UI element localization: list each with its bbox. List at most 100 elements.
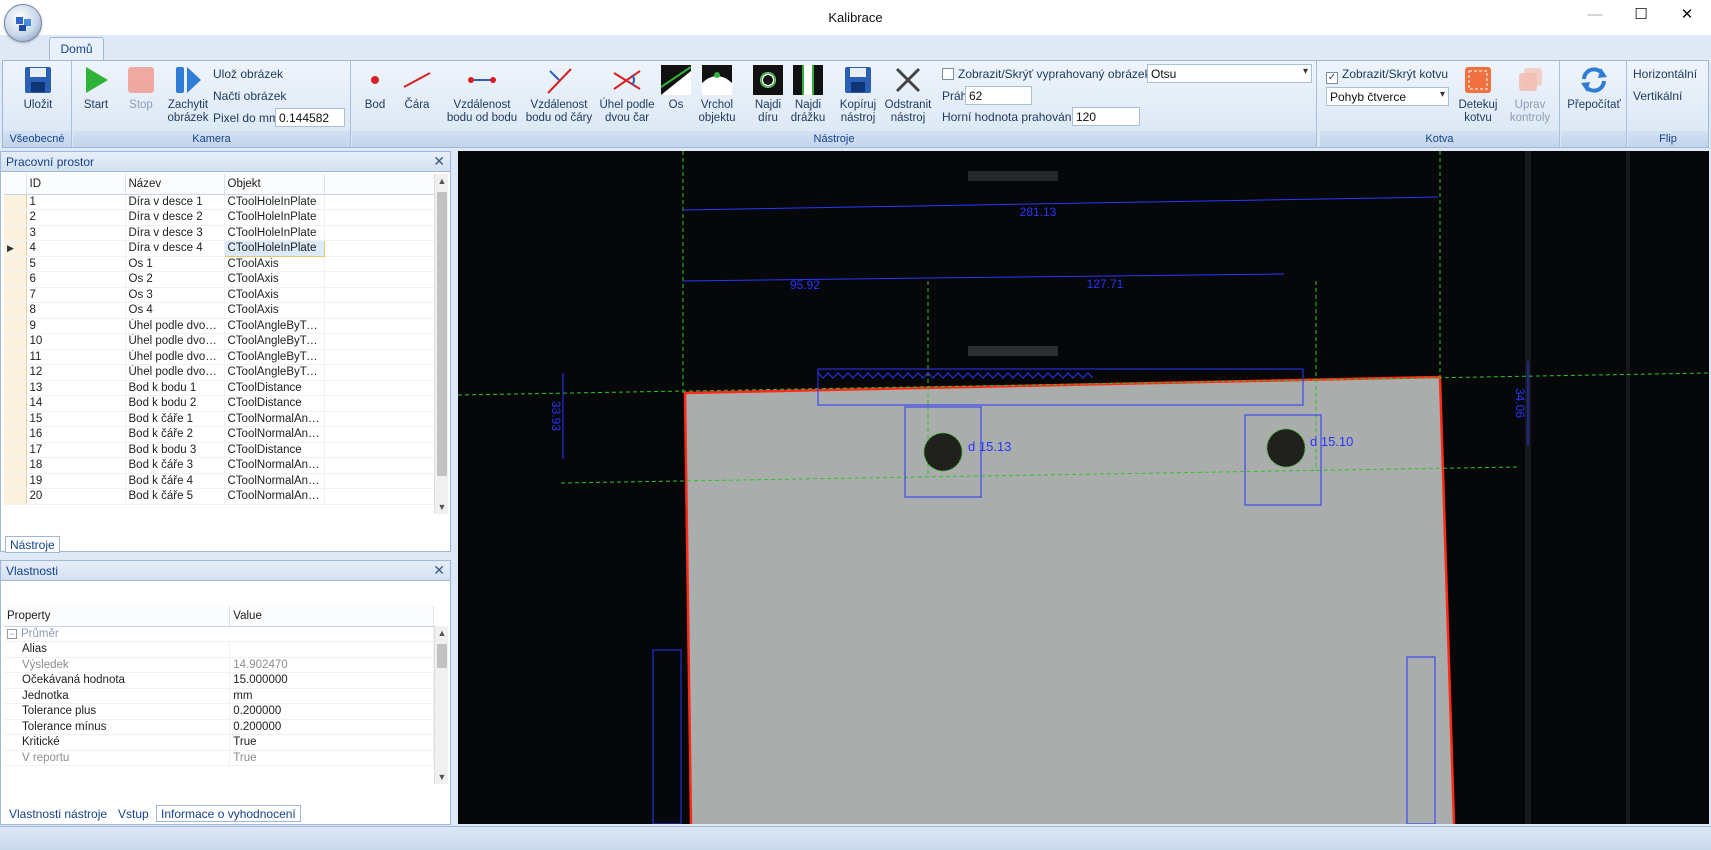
detect-anchor-button[interactable]: Detekuj kotvu [1454, 65, 1502, 125]
cell-object[interactable]: CToolAxis [224, 256, 325, 272]
row-header[interactable] [4, 256, 27, 272]
row-header[interactable] [4, 349, 27, 365]
table-row[interactable]: 5 Os 1 CToolAxis [4, 256, 434, 272]
anchor-mode-select[interactable]: Pohyb čtverce [1326, 87, 1449, 106]
cell-object[interactable]: CToolHoleInPlate [223, 240, 325, 257]
scroll-down-icon[interactable]: ▼ [435, 502, 449, 512]
tab-tools[interactable]: Nástroje [5, 536, 60, 553]
property-value[interactable]: True [229, 734, 434, 751]
start-button[interactable]: Start [79, 65, 113, 112]
row-header[interactable] [4, 194, 27, 210]
workspace-close-icon[interactable]: ✕ [433, 153, 445, 170]
image-viewer[interactable]: 281.13 95.92 127.71 33.93 34.06 d 15.13 … [458, 151, 1709, 824]
cell-object[interactable]: CToolAngleByTw... [224, 364, 325, 381]
row-header[interactable] [4, 488, 27, 505]
cell-id[interactable]: 10 [26, 333, 126, 350]
tab-evaluation-info[interactable]: Informace o vyhodnocení [156, 805, 301, 822]
property-row[interactable]: Alias [4, 641, 434, 658]
row-header[interactable] [4, 302, 27, 319]
property-value[interactable]: 0.200000 [229, 703, 434, 720]
property-row[interactable]: Výsledek 14.902470 [4, 657, 434, 673]
tool-point-line-distance-button[interactable]: Vzdálenost bodu od čáry [522, 65, 596, 125]
row-header[interactable] [4, 364, 27, 381]
cell-name[interactable]: Os 4 [125, 302, 225, 319]
property-row[interactable]: Tolerance plus 0.200000 [4, 703, 434, 720]
camera-image[interactable]: 281.13 95.92 127.71 33.93 34.06 d 15.13 … [458, 151, 1709, 824]
cell-name[interactable]: Os 1 [125, 256, 225, 272]
show-threshold-checkbox[interactable] [942, 68, 954, 80]
cell-id[interactable]: 13 [26, 380, 126, 396]
tab-tool-properties[interactable]: Vlastnosti nástroje [5, 806, 111, 823]
flip-vertical-button[interactable]: Vertikální [1633, 89, 1682, 103]
cell-name[interactable]: Bod k čáře 3 [125, 457, 225, 474]
row-header[interactable] [4, 271, 27, 288]
cell-id[interactable]: 11 [26, 349, 126, 365]
table-row[interactable]: 20 Bod k čáře 5 CToolNormalAnd... [4, 488, 434, 505]
recalculate-button[interactable]: Přepočítať [1565, 65, 1623, 112]
tool-delete-button[interactable]: Odstranit nástroj [883, 65, 933, 125]
cell-object[interactable]: CToolNormalAnd... [224, 457, 325, 474]
cell-id[interactable]: 1 [26, 194, 126, 210]
property-row[interactable]: Očekávaná hodnota 15.000000 [4, 672, 434, 689]
cell-object[interactable]: CToolAngleByTw... [224, 318, 325, 334]
cell-id[interactable]: 9 [26, 318, 126, 334]
save-image-button[interactable]: Ulož obrázek [213, 67, 283, 81]
minimize-button[interactable]: — [1572, 0, 1618, 32]
property-value[interactable]: True [229, 750, 434, 766]
tool-line-button[interactable]: Čára [400, 65, 434, 112]
show-threshold-toggle[interactable]: Zobrazit/Skrýť vyprahovaný obrázek [942, 67, 1151, 81]
cell-object[interactable]: CToolAngleByTw... [224, 333, 325, 350]
column-name[interactable]: Název [125, 174, 225, 195]
cell-object[interactable]: CToolHoleInPlate [224, 194, 325, 210]
edit-controls-button[interactable]: Uprav kontroly [1502, 65, 1558, 125]
table-row[interactable]: 13 Bod k bodu 1 CToolDistance [4, 380, 434, 396]
column-id[interactable]: ID [26, 174, 126, 195]
cell-object[interactable]: CToolDistance [224, 395, 325, 412]
flip-horizontal-button[interactable]: Horizontální [1633, 67, 1697, 81]
cell-name[interactable]: Úhel podle dvou ... [125, 318, 225, 334]
stop-button[interactable]: Stop [123, 65, 159, 112]
table-row[interactable]: 15 Bod k čáře 1 CToolNormalAnd... [4, 411, 434, 427]
cell-name[interactable]: Úhel podle dvou ... [125, 333, 225, 350]
row-header[interactable] [4, 318, 27, 334]
cell-id[interactable]: 16 [26, 426, 126, 443]
table-row[interactable]: 16 Bod k čáře 2 CToolNormalAnd... [4, 426, 434, 443]
cell-name[interactable]: Bod k čáře 4 [125, 473, 225, 489]
table-row[interactable]: 1 Díra v desce 1 CToolHoleInPlate [4, 194, 434, 210]
cell-id[interactable]: 12 [26, 364, 126, 381]
cell-name[interactable]: Díra v desce 2 [125, 209, 225, 226]
cell-object[interactable]: CToolHoleInPlate [224, 225, 325, 241]
row-header[interactable]: ▶ [4, 240, 27, 257]
cell-name[interactable]: Díra v desce 4 [125, 240, 225, 257]
cell-object[interactable]: CToolHoleInPlate [224, 209, 325, 226]
save-button[interactable]: Uložit [9, 65, 67, 112]
tool-axis-button[interactable]: Os [660, 65, 692, 112]
cell-id[interactable]: 5 [26, 256, 126, 272]
cell-object[interactable]: CToolNormalAnd... [224, 426, 325, 443]
property-row[interactable]: Kritické True [4, 734, 434, 751]
row-header[interactable] [4, 442, 27, 458]
property-category-row[interactable]: − Průměr [4, 626, 434, 642]
row-header[interactable] [4, 209, 27, 226]
property-value[interactable]: 14.902470 [229, 657, 434, 673]
properties-close-icon[interactable]: ✕ [433, 562, 445, 579]
row-header[interactable] [4, 395, 27, 412]
show-anchor-toggle[interactable]: ✓ Zobrazit/Skrýt kotvu [1326, 67, 1448, 84]
maximize-button[interactable]: ☐ [1618, 0, 1664, 32]
table-row[interactable]: 6 Os 2 CToolAxis [4, 271, 434, 288]
cell-object[interactable]: CToolAxis [224, 287, 325, 303]
property-row[interactable]: Tolerance mínus 0.200000 [4, 719, 434, 735]
row-header[interactable] [4, 411, 27, 427]
cell-object[interactable]: CToolDistance [224, 380, 325, 396]
table-row[interactable]: 19 Bod k čáře 4 CToolNormalAnd... [4, 473, 434, 489]
property-value[interactable] [229, 641, 434, 658]
cell-name[interactable]: Bod k bodu 1 [125, 380, 225, 396]
properties-scrollbar[interactable]: ▲ ▼ [434, 626, 448, 784]
cell-id[interactable]: 6 [26, 271, 126, 288]
capture-button[interactable]: Zachytit obrázek [163, 65, 213, 125]
cell-name[interactable]: Úhel podle dvou ... [125, 349, 225, 365]
cell-name[interactable]: Díra v desce 1 [125, 194, 225, 210]
row-header[interactable] [4, 225, 27, 241]
workspace-scrollbar[interactable]: ▲ ▼ [434, 174, 448, 514]
show-anchor-checkbox[interactable]: ✓ [1326, 72, 1338, 84]
